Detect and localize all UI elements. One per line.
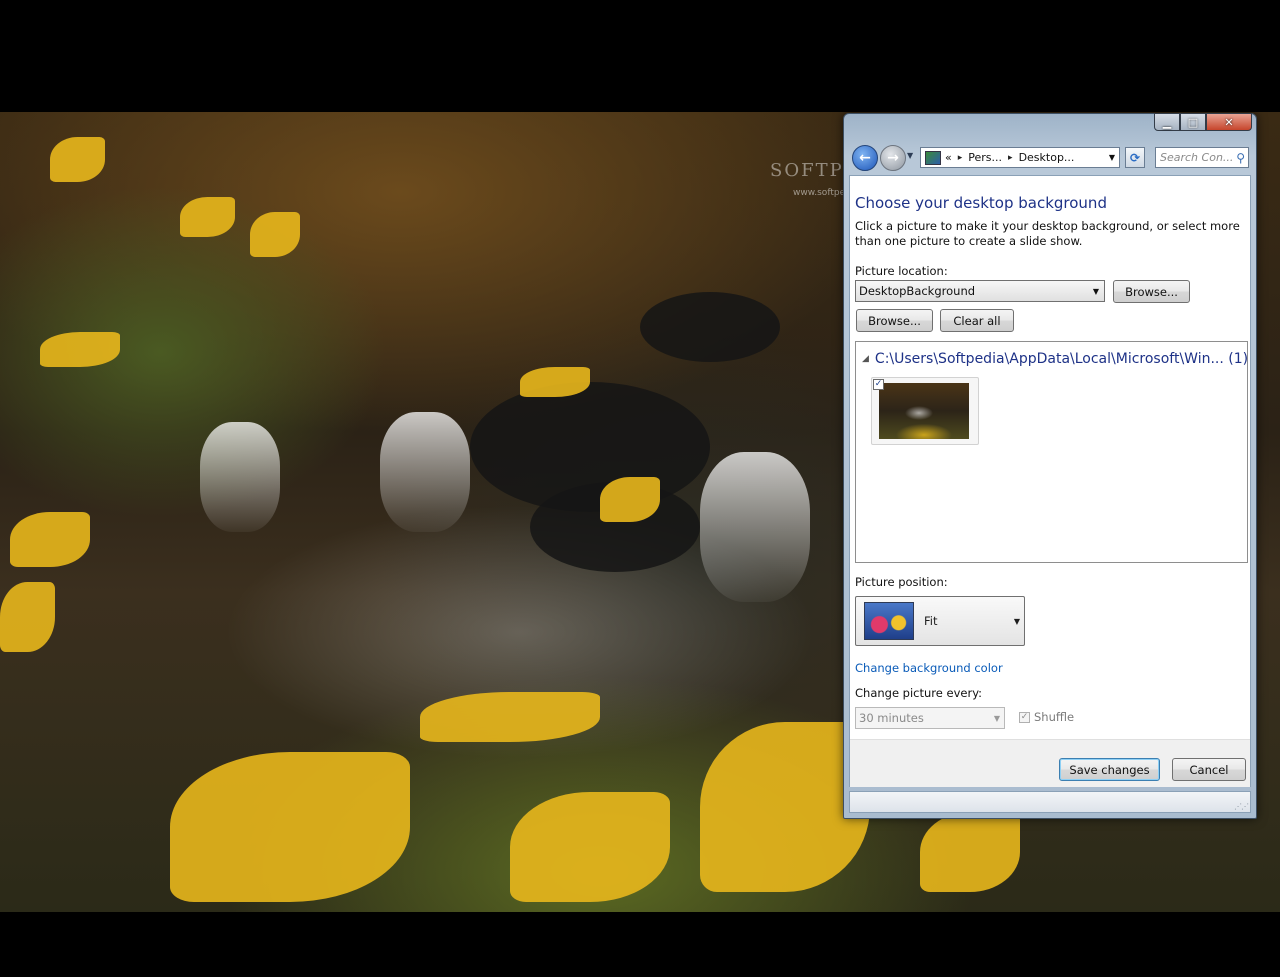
chevron-down-icon: ▼ [1092,286,1099,296]
address-dropdown-icon[interactable]: ▼ [1109,153,1115,162]
picture-position-value: Fit [924,614,938,628]
change-background-color-link[interactable]: Change background color [855,661,1003,675]
breadcrumb-separator-icon: ▸ [1008,152,1013,163]
forward-arrow-icon: → [887,150,899,166]
cancel-button[interactable]: Cancel [1172,758,1246,781]
change-interval-value: 30 minutes [859,711,924,725]
page-description: Click a picture to make it your desktop … [855,219,1240,248]
back-button[interactable]: ← [852,145,878,171]
breadcrumb-personalization[interactable]: Pers... [968,151,1002,164]
caption-buttons: ▁ □ ✕ [1154,113,1252,131]
wallpaper-leaf [40,332,120,367]
refresh-icon: ⟳ [1129,150,1141,165]
wallpaper-rock [640,292,780,362]
minimize-button[interactable]: ▁ [1154,113,1180,131]
picture-thumbnail[interactable]: ✓ [871,377,979,445]
shuffle-checkbox[interactable]: ✓ [1019,711,1030,723]
picture-position-select[interactable]: Fit ▼ [855,596,1025,646]
close-button[interactable]: ✕ [1206,113,1252,131]
browse-button[interactable]: Browse... [856,309,933,332]
wallpaper-leaf [180,197,235,237]
address-bar[interactable]: « ▸ Pers... ▸ Desktop... ▼ [920,147,1120,168]
resize-grip-icon[interactable]: ⋰⋰ [1234,802,1249,811]
thumbnail-checkbox[interactable]: ✓ [873,379,884,390]
minimize-icon: ▁ [1162,115,1172,129]
change-interval-select[interactable]: 30 minutes ▼ [855,707,1005,729]
picture-position-label: Picture position: [855,575,948,589]
wallpaper-leaf [170,752,410,902]
back-arrow-icon: ← [859,150,871,166]
shuffle-label: Shuffle [1034,710,1075,724]
recent-pages-dropdown[interactable]: ▼ [907,151,913,160]
clear-all-button[interactable]: Clear all [940,309,1014,332]
save-changes-button[interactable]: Save changes [1059,758,1160,781]
wallpaper-leaf [250,212,300,257]
search-input[interactable]: Search Con... ⚲ [1155,147,1249,168]
control-panel-icon [925,150,941,165]
wallpaper-waterfall [700,452,810,602]
wallpaper-leaf [600,477,660,522]
wallpaper-leaf [0,582,55,652]
navigation-bar: ← → ▼ « ▸ Pers... ▸ Desktop... ▼ ⟳ Searc… [850,145,1250,171]
maximize-icon: □ [1187,115,1199,129]
search-icon[interactable]: ⚲ [1236,151,1245,165]
wallpaper-leaf [10,512,90,567]
maximize-button[interactable]: □ [1180,113,1206,131]
picture-location-value: DesktopBackground [859,284,976,298]
picture-position-preview-icon [864,602,914,640]
picture-location-select[interactable]: DesktopBackground ▼ [855,280,1105,302]
wallpaper-leaf [920,812,1020,892]
address-overflow[interactable]: « [945,151,952,164]
wallpaper-leaf [510,792,670,902]
dialog-footer: Save changes Cancel [850,739,1250,787]
breadcrumb-desktop-background[interactable]: Desktop... [1019,151,1075,164]
chevron-down-icon: ▼ [993,713,1000,723]
wallpaper-leaf [520,367,590,397]
forward-button[interactable]: → [880,145,906,171]
page-title: Choose your desktop background [855,194,1107,212]
shuffle-option[interactable]: ✓ Shuffle [1019,710,1074,724]
picture-gallery[interactable]: ◢ C:\Users\Softpedia\AppData\Local\Micro… [855,341,1248,563]
status-bar: ⋰⋰ [849,791,1251,813]
wallpaper-leaf [420,692,600,742]
refresh-button[interactable]: ⟳ [1125,147,1145,168]
personalization-window: ▁ □ ✕ ← → ▼ « ▸ Pers... ▸ Desktop... ▼ ⟳… [843,113,1257,819]
picture-group-path: C:\Users\Softpedia\AppData\Local\Microso… [874,351,1249,367]
wallpaper-waterfall [200,422,280,532]
picture-location-label: Picture location: [855,264,948,278]
breadcrumb-separator-icon: ▸ [957,152,963,163]
search-placeholder: Search Con... [1160,151,1234,164]
collapse-triangle-icon[interactable]: ◢ [862,354,869,364]
thumbnail-image [879,383,969,439]
change-picture-every-label: Change picture every: [855,686,983,700]
browse-location-button[interactable]: Browse... [1113,280,1190,303]
chevron-down-icon: ▼ [1013,616,1020,626]
wallpaper-leaf [50,137,105,182]
picture-group-header[interactable]: ◢ C:\Users\Softpedia\AppData\Local\Micro… [862,351,1248,367]
wallpaper-waterfall [380,412,470,532]
close-icon: ✕ [1224,115,1234,129]
content-pane: Choose your desktop background Click a p… [849,175,1251,787]
